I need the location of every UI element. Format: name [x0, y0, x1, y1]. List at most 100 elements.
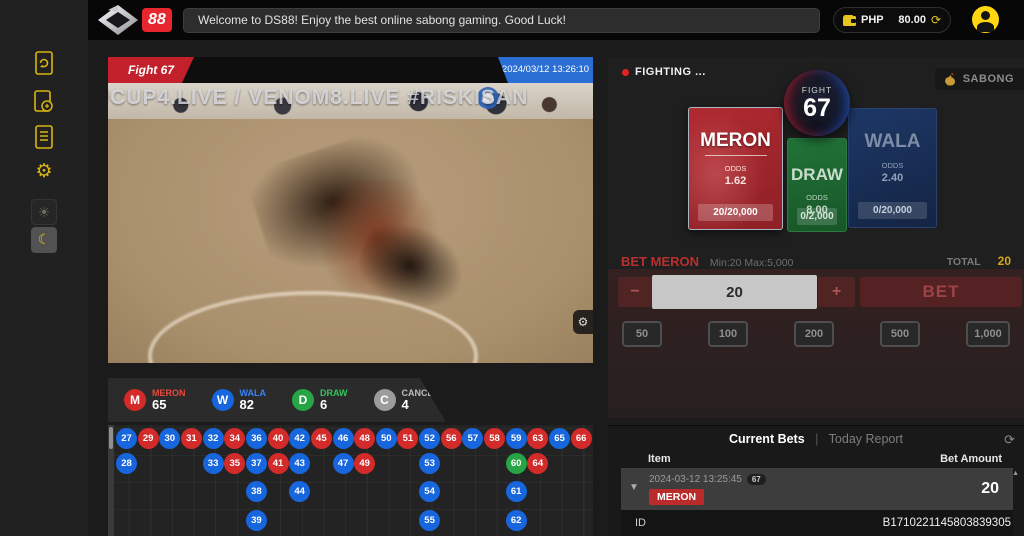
stat-count: 6 — [320, 398, 348, 412]
decrease-bet-button[interactable]: − — [618, 277, 652, 307]
bet-side-badge: MERON — [649, 489, 704, 505]
wallet-icon — [843, 15, 856, 26]
bet-id-label: ID — [635, 517, 646, 529]
quick-amount-50[interactable]: 50 — [622, 321, 662, 347]
balance-value: 80.00 — [898, 14, 926, 26]
fight-number: 67 — [803, 95, 831, 121]
grid-scrollbar[interactable] — [108, 425, 114, 536]
draw-dot-icon: D — [292, 389, 314, 411]
logo-88-badge: 88 — [142, 8, 172, 32]
bets-scrollbar[interactable]: ▲ — [1012, 470, 1019, 477]
video-frame: UCUP4.LIVE / VENOM8.LIVE #RISKISAN — [108, 83, 593, 363]
stat-cancel: C CANCEL 4 — [374, 388, 440, 412]
bets-refresh-icon[interactable]: ⟳ — [1004, 432, 1015, 448]
user-avatar[interactable] — [972, 6, 999, 33]
light-mode-icon[interactable]: ☀ — [31, 199, 57, 225]
ds88-logo[interactable]: 88 — [96, 4, 172, 36]
wallet-balance[interactable]: PHP 80.00 ⟳ — [833, 7, 951, 33]
left-sidebar: ⚙ ☀ ☾ — [0, 0, 88, 536]
wala-title: WALA — [865, 131, 921, 153]
quick-amount-200[interactable]: 200 — [794, 321, 834, 347]
grid-scroll-thumb[interactable] — [109, 427, 113, 449]
result-cell-64: 64 — [527, 453, 548, 474]
wala-bet-card[interactable]: WALA ODDS 2.40 0/20,000 — [848, 108, 937, 228]
result-cell-35: 35 — [224, 453, 245, 474]
total-value: 20 — [998, 254, 1011, 268]
result-cell-56: 56 — [441, 428, 462, 449]
result-cell-50: 50 — [376, 428, 397, 449]
tab-separator: | — [815, 432, 818, 446]
result-cell-33: 33 — [203, 453, 224, 474]
stat-wala: W WALA 82 — [212, 388, 267, 412]
quick-amount-100[interactable]: 100 — [708, 321, 748, 347]
meron-pool: 20/20,000 — [698, 204, 773, 221]
dark-mode-icon[interactable]: ☾ — [31, 227, 57, 253]
result-cell-32: 32 — [203, 428, 224, 449]
tab-current-bets[interactable]: Current Bets — [729, 432, 805, 446]
provider-label: SABONG — [963, 73, 1014, 85]
reports-icon[interactable] — [32, 125, 56, 149]
meron-bet-card[interactable]: MERON ODDS 1.62 20/20,000 — [688, 107, 783, 230]
quick-amount-500[interactable]: 500 — [880, 321, 920, 347]
result-cell-63: 63 — [527, 428, 548, 449]
bet-time: 2024-03-12 13:25:4567 — [649, 474, 766, 485]
result-cell-27: 27 — [116, 428, 137, 449]
result-cell-66: 66 — [571, 428, 592, 449]
live-dot-icon — [622, 69, 629, 76]
result-cell-41: 41 — [268, 453, 289, 474]
provider-tag[interactable]: SABONG — [935, 68, 1024, 90]
result-cell-36: 36 — [246, 428, 267, 449]
stat-draw: D DRAW 6 — [292, 388, 348, 412]
result-cell-45: 45 — [311, 428, 332, 449]
bet-amount-input[interactable] — [652, 275, 817, 309]
result-cell-60: 60 — [506, 453, 527, 474]
result-cell-44: 44 — [289, 481, 310, 502]
place-bet-button[interactable]: BET — [860, 277, 1022, 307]
bet-limits: Min:20 Max:5,000 — [710, 257, 793, 269]
transactions-icon[interactable] — [32, 90, 56, 114]
result-cell-29: 29 — [138, 428, 159, 449]
tab-today-report[interactable]: Today Report — [829, 432, 903, 446]
divider — [705, 155, 767, 156]
result-cell-49: 49 — [354, 453, 375, 474]
increase-bet-button[interactable]: + — [818, 277, 855, 307]
current-bets-panel: Current Bets | Today Report ⟳ Item Bet A… — [608, 425, 1024, 536]
result-cell-31: 31 — [181, 428, 202, 449]
meron-title: MERON — [700, 130, 771, 152]
cancel-dot-icon: C — [374, 389, 396, 411]
betting-panel: FIGHTING ... SABONG FIGHT 67 MERON ODDS … — [608, 57, 1024, 418]
bet-info-row: BET MERON Min:20 Max:5,000 TOTAL 20 — [621, 254, 1011, 270]
result-cell-38: 38 — [246, 481, 267, 502]
settings-gear-icon[interactable]: ⚙ — [32, 160, 56, 184]
result-cell-59: 59 — [506, 428, 527, 449]
result-cell-52: 52 — [419, 428, 440, 449]
draw-bet-card[interactable]: DRAW ODDS 8.00 0/2,000 — [787, 138, 847, 232]
bets-tabs: Current Bets | Today Report — [608, 432, 1024, 446]
result-cell-57: 57 — [462, 428, 483, 449]
results-stats-bar: M MERON 65 W WALA 82 D DRAW 6 C CANCEL 4 — [108, 378, 446, 422]
bet-id-row: ID B1710221145803839305 — [621, 510, 1013, 536]
rooster-icon — [943, 72, 958, 87]
draw-odds-label: ODDS — [806, 193, 828, 202]
fight-number-badge: Fight 67 — [108, 57, 194, 83]
bet-fight-no-badge: 67 — [747, 474, 766, 485]
welcome-marquee: Welcome to DS88! Enjoy the best online s… — [183, 8, 820, 33]
result-cell-55: 55 — [419, 510, 440, 531]
balance-refresh-icon[interactable]: ⟳ — [931, 14, 941, 26]
meron-dot-icon: M — [124, 389, 146, 411]
meron-odds-label: ODDS — [725, 164, 747, 173]
wala-pool: 0/20,000 — [858, 202, 927, 219]
result-cell-58: 58 — [484, 428, 505, 449]
video-settings-icon[interactable]: ⚙ — [573, 310, 593, 334]
bet-record-row[interactable]: ▼ 2024-03-12 13:25:4567 MERON 20 — [621, 468, 1013, 510]
meron-odds-value: 1.62 — [725, 175, 746, 187]
result-cell-53: 53 — [419, 453, 440, 474]
result-cell-65: 65 — [549, 428, 570, 449]
result-cell-39: 39 — [246, 510, 267, 531]
bet-history-icon[interactable] — [32, 51, 56, 75]
stat-meron: M MERON 65 — [124, 388, 186, 412]
wala-dot-icon: W — [212, 389, 234, 411]
live-video-player[interactable]: Fight 67 2024/03/12 13:26:10 UCUP4.LIVE … — [108, 57, 593, 363]
quick-amount-1000[interactable]: 1,000 — [966, 321, 1010, 347]
chevron-down-icon[interactable]: ▼ — [629, 482, 639, 493]
